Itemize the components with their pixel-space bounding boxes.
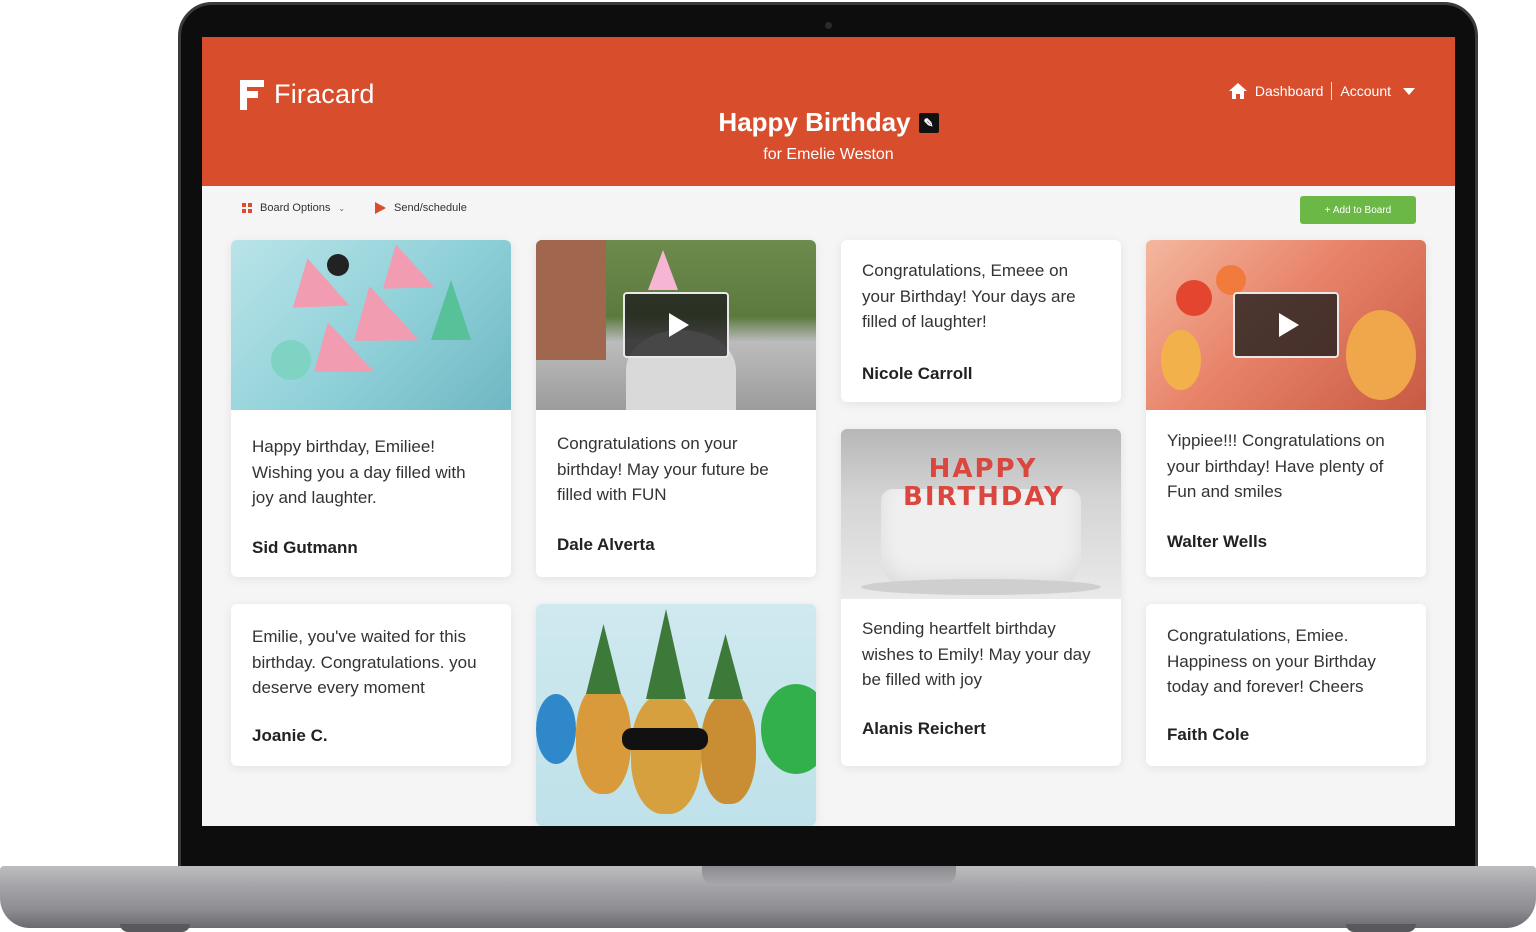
play-icon [1278, 313, 1299, 337]
laptop-notch [702, 866, 956, 886]
send-schedule-button[interactable]: Send/schedule [375, 202, 467, 214]
message-card[interactable]: Congratulations on your birthday! May yo… [536, 240, 816, 577]
photo-card[interactable] [536, 604, 816, 826]
firacard-logo[interactable]: Firacard [240, 79, 375, 110]
card-author: Joanie C. [252, 726, 328, 745]
message-card[interactable]: Congratulations, Emiee. Happiness on you… [1146, 604, 1426, 766]
board-options-button[interactable]: Board Options ⌄ [242, 202, 345, 214]
nav-account-menu[interactable]: Account [1340, 83, 1391, 99]
card-message: Congratulations, Emeee on your Birthday!… [862, 261, 1076, 331]
message-card[interactable]: HAPPY BIRTHDAY Sending heartfelt birthda… [841, 429, 1121, 766]
laptop-foot-right [1346, 924, 1416, 932]
card-message: Sending heartfelt birthday wishes to Emi… [862, 619, 1091, 689]
message-card[interactable]: Congratulations, Emeee on your Birthday!… [841, 240, 1121, 402]
card-message: Congratulations, Emiee. Happiness on you… [1167, 626, 1376, 696]
card-message: Congratulations on your birthday! May yo… [557, 434, 769, 504]
play-button[interactable] [1233, 292, 1339, 358]
video-party-thumbnail[interactable] [1146, 240, 1426, 410]
send-icon [375, 202, 387, 214]
firacard-logo-icon [240, 79, 264, 110]
play-icon [668, 313, 689, 337]
video-dog-thumbnail[interactable] [536, 240, 816, 410]
chevron-down-icon[interactable] [1403, 87, 1415, 95]
title-block: Happy Birthday ✎ for Emelie Weston [202, 107, 1455, 164]
logo-text: Firacard [274, 79, 375, 109]
photo-pineapples-party [536, 604, 816, 826]
board-subtitle: for Emelie Weston [763, 146, 894, 163]
message-card[interactable]: Emilie, you've waited for this birthday.… [231, 604, 511, 766]
send-schedule-label: Send/schedule [394, 202, 467, 214]
app-screen: Firacard Happy Birthday ✎ for Emelie Wes… [202, 37, 1455, 826]
grid-icon [242, 203, 252, 213]
camera-dot [825, 22, 832, 29]
add-to-board-button[interactable]: + Add to Board [1300, 196, 1416, 224]
top-nav: Dashboard Account [1228, 82, 1415, 100]
nav-dashboard-link[interactable]: Dashboard [1255, 83, 1324, 99]
card-message: Emilie, you've waited for this birthday.… [252, 627, 477, 697]
board-options-label: Board Options [260, 202, 331, 214]
board-title-text: Happy Birthday [718, 107, 911, 137]
card-message: Happy birthday, Emiliee! Wishing you a d… [252, 437, 466, 507]
laptop-foot-left [120, 924, 190, 932]
home-icon[interactable] [1228, 83, 1247, 99]
message-card[interactable]: Yippiee!!! Congratulations on your birth… [1146, 240, 1426, 577]
chevron-down-icon: ⌄ [338, 203, 346, 213]
board-header: Firacard Happy Birthday ✎ for Emelie Wes… [202, 37, 1455, 186]
nav-divider [1331, 82, 1333, 100]
photo-confetti-cake [231, 240, 511, 410]
photo-birthday-cake: HAPPY BIRTHDAY [841, 429, 1121, 599]
card-author: Faith Cole [1167, 725, 1250, 744]
card-author: Dale Alverta [557, 535, 655, 554]
card-author: Sid Gutmann [252, 538, 358, 557]
play-button[interactable] [623, 292, 729, 358]
cake-topper-text: HAPPY BIRTHDAY [903, 454, 1065, 512]
edit-pencil-icon[interactable]: ✎ [918, 112, 939, 133]
card-message: Yippiee!!! Congratulations on your birth… [1167, 431, 1385, 501]
message-card[interactable]: Happy birthday, Emiliee! Wishing you a d… [231, 240, 511, 577]
board-title: Happy Birthday ✎ [718, 107, 939, 138]
board-toolbar: Board Options ⌄ Send/schedule [242, 202, 467, 214]
card-author: Nicole Carroll [862, 364, 973, 383]
card-author: Alanis Reichert [862, 719, 986, 738]
card-author: Walter Wells [1167, 532, 1268, 551]
